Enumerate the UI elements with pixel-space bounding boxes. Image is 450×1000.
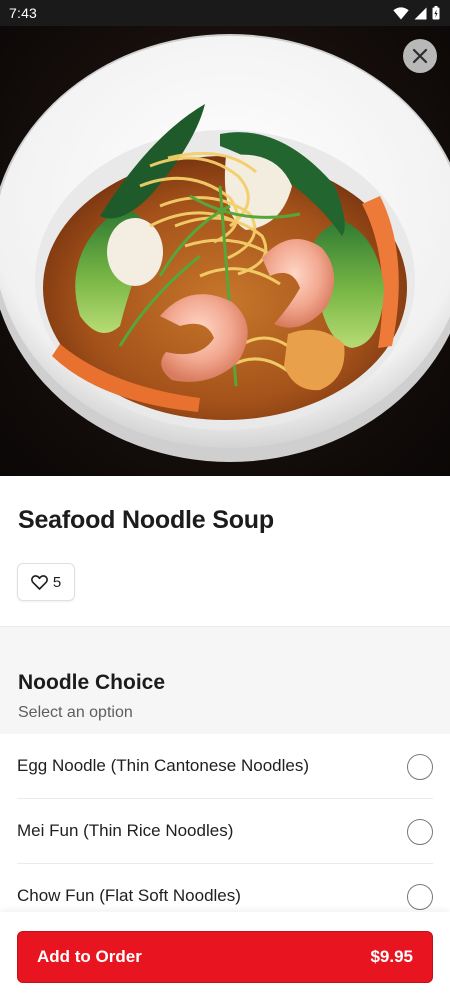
item-title: Seafood Noodle Soup — [18, 506, 274, 534]
option-group-title: Noodle Choice — [18, 671, 166, 694]
option-label: Egg Noodle (Thin Cantonese Noodles) — [17, 756, 310, 775]
status-time: 7:43 — [9, 5, 38, 21]
add-to-order-label: Add to Order — [37, 947, 142, 966]
wifi-icon — [393, 6, 409, 19]
option-label: Mei Fun (Thin Rice Noodles) — [17, 821, 234, 840]
radio-button[interactable] — [407, 819, 433, 845]
options-list: Egg Noodle (Thin Cantonese Noodles) Mei … — [0, 734, 450, 929]
close-icon — [412, 48, 428, 64]
radio-button[interactable] — [407, 884, 433, 910]
like-button[interactable]: 5 — [17, 563, 75, 601]
option-group-header: Noodle Choice Select an option — [0, 626, 450, 734]
like-count: 5 — [52, 573, 62, 591]
item-photo — [0, 26, 450, 476]
order-price: $9.95 — [370, 947, 413, 966]
footer-bar: Add to Order $9.95 — [0, 912, 450, 1000]
add-to-order-button[interactable]: Add to Order $9.95 — [17, 931, 433, 983]
cell-signal-icon — [414, 7, 427, 19]
status-icons — [393, 6, 440, 20]
option-mei-fun[interactable]: Mei Fun (Thin Rice Noodles) — [17, 799, 433, 864]
option-egg-noodle[interactable]: Egg Noodle (Thin Cantonese Noodles) — [17, 734, 433, 799]
option-group-subtitle: Select an option — [18, 704, 133, 721]
status-bar: 7:43 — [0, 0, 450, 26]
heart-icon — [30, 574, 48, 590]
battery-charging-icon — [432, 6, 440, 20]
option-label: Chow Fun (Flat Soft Noodles) — [17, 886, 241, 905]
product-header: Seafood Noodle Soup 5 — [0, 476, 450, 626]
close-button[interactable] — [403, 39, 437, 73]
soup-bowl-image — [0, 34, 450, 462]
radio-button[interactable] — [407, 754, 433, 780]
